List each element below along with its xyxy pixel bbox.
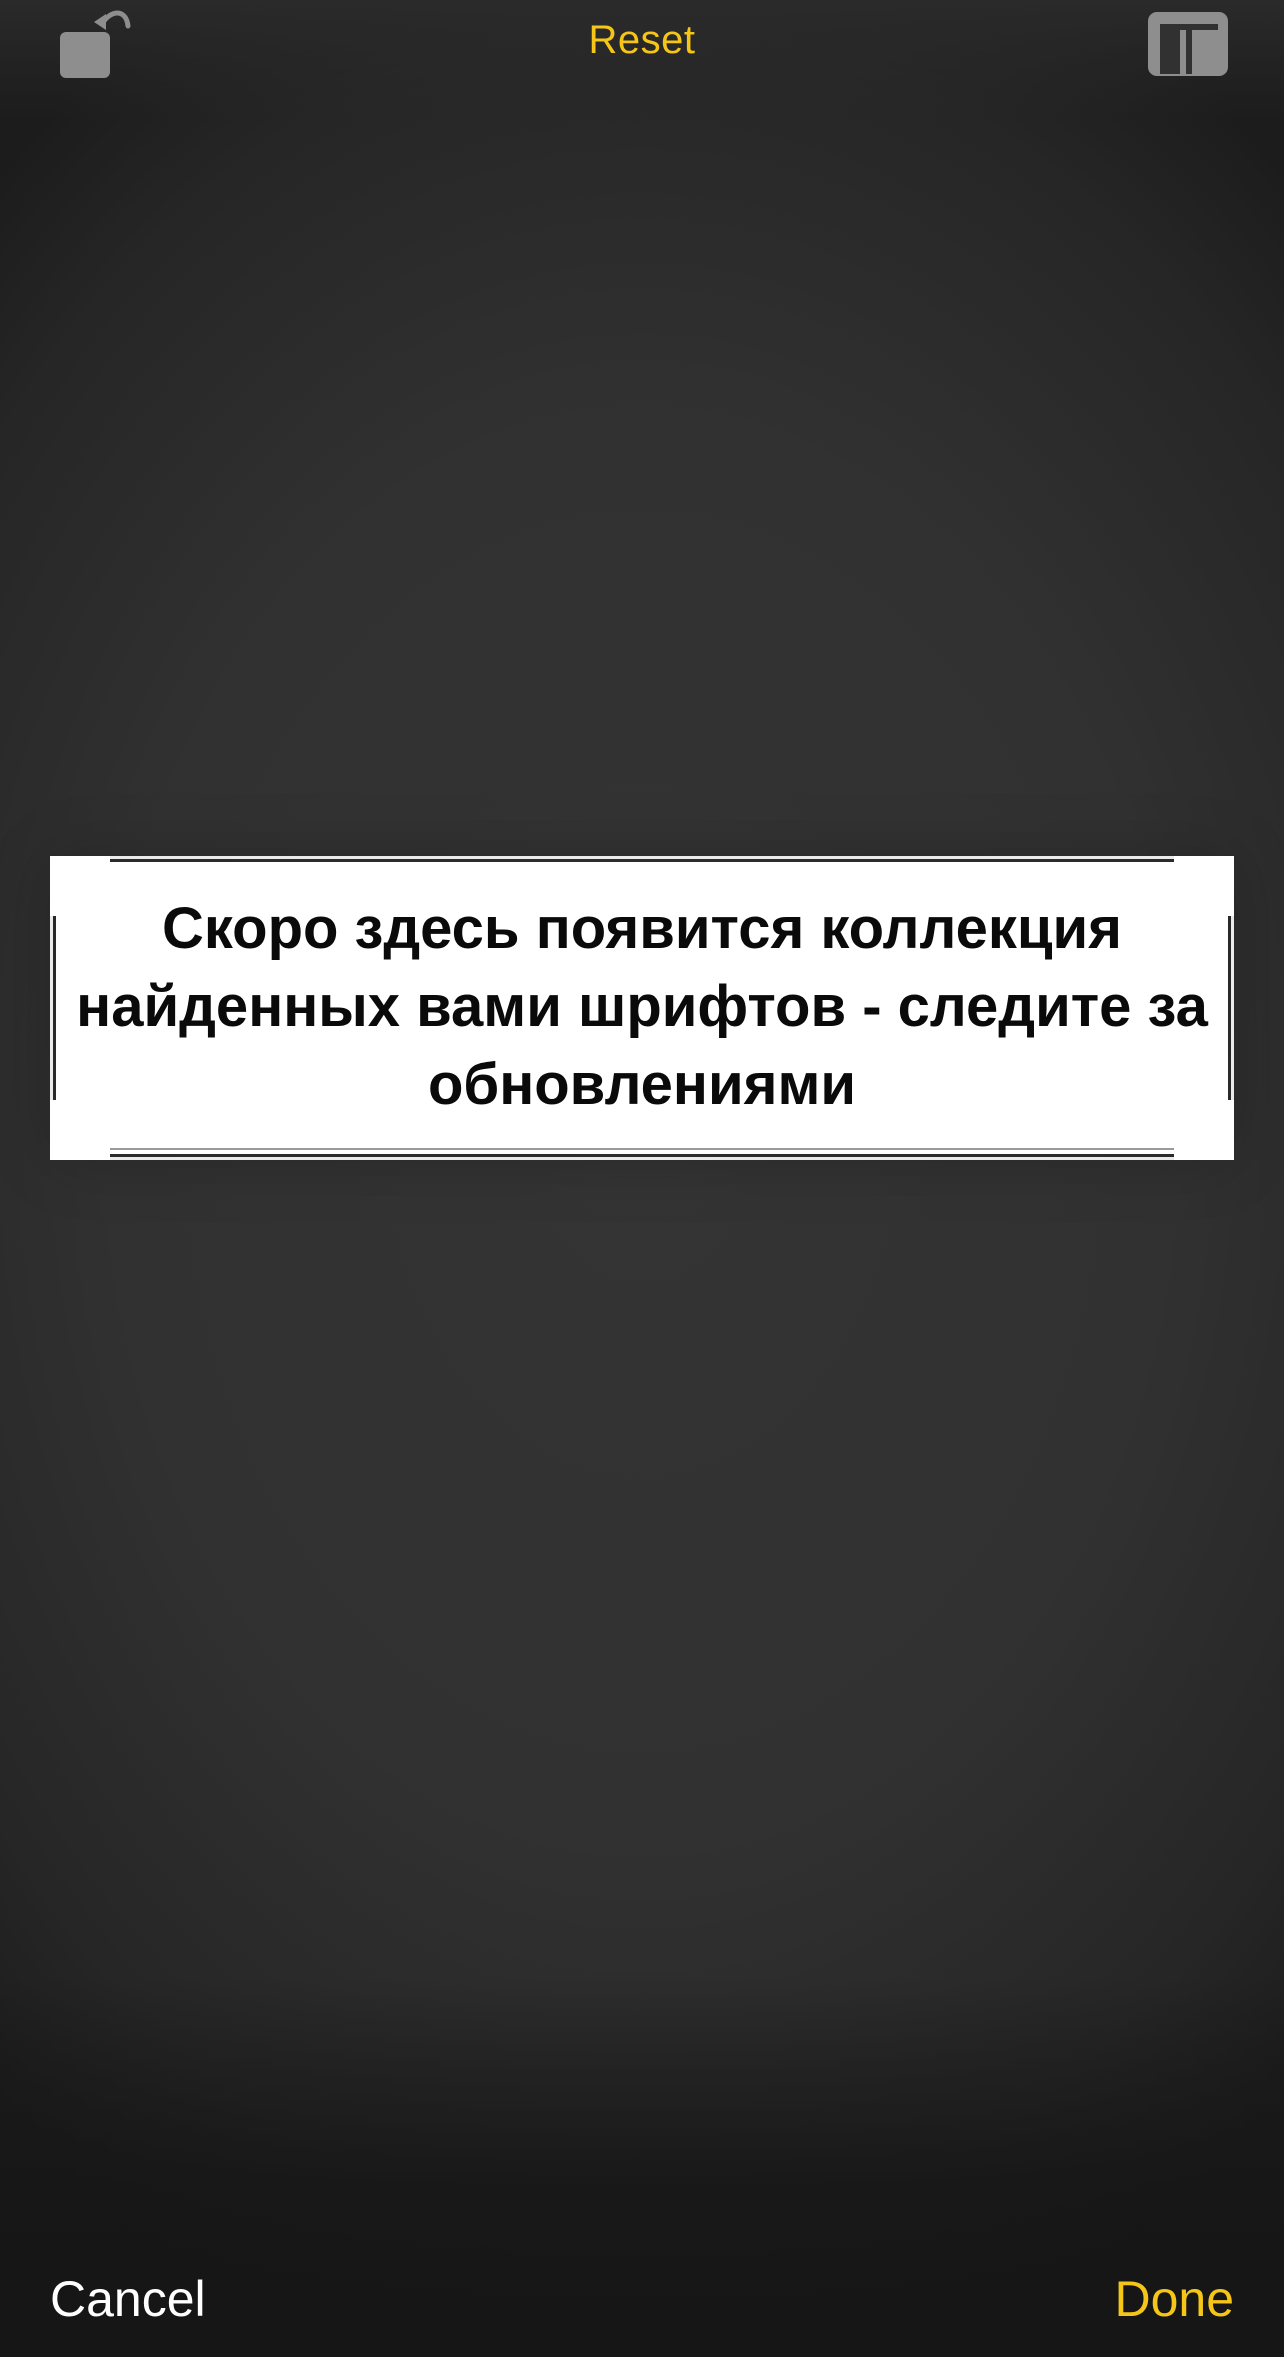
reset-button[interactable]: Reset: [0, 18, 1284, 63]
crop-handle-top-left[interactable]: [50, 856, 110, 864]
crop-handle-top-right[interactable]: [1174, 856, 1234, 864]
cancel-button[interactable]: Cancel: [50, 2270, 206, 2328]
aspect-ratio-icon[interactable]: [1146, 10, 1230, 78]
crop-edge-top[interactable]: [50, 856, 1234, 859]
done-button[interactable]: Done: [1114, 2270, 1234, 2328]
crop-handle-bottom-right-vertical[interactable]: [1226, 1100, 1234, 1160]
crop-image[interactable]: Скоро здесь появится коллекция найденных…: [56, 862, 1228, 1154]
crop-handle-bottom-left-vertical[interactable]: [50, 1100, 58, 1160]
image-text: Скоро здесь появится коллекция найденных…: [76, 896, 1208, 1117]
crop-handle-top-left-vertical[interactable]: [50, 856, 58, 916]
photo-crop-editor: Reset Скоро здесь появится коллекция най…: [0, 0, 1284, 2357]
crop-handle-bottom-right[interactable]: [1174, 1152, 1234, 1160]
crop-edge-bottom[interactable]: [50, 1157, 1234, 1160]
image-bottom-rule: [110, 1148, 1174, 1150]
crop-handle-top-right-vertical[interactable]: [1226, 856, 1234, 916]
crop-handle-bottom-left[interactable]: [50, 1152, 110, 1160]
